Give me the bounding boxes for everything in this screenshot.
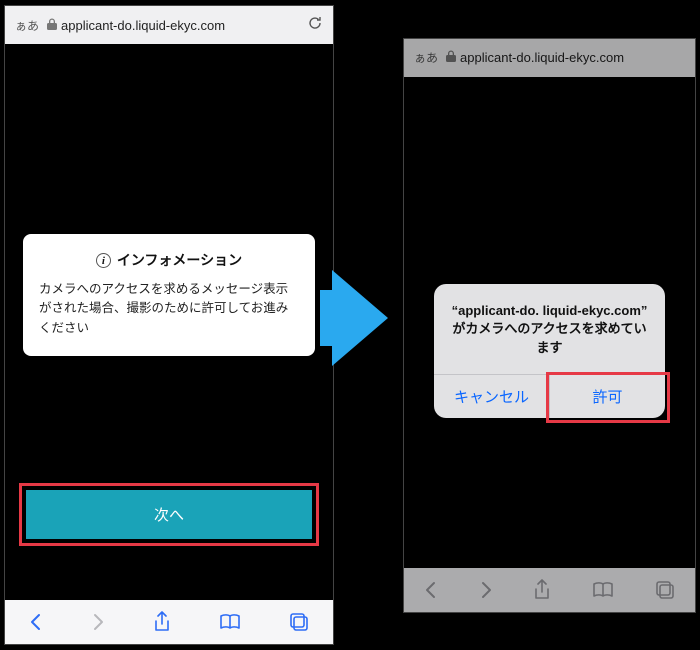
lock-icon	[446, 50, 456, 65]
alert-message: “applicant-do. liquid-ekyc.com” がカメラへのアク…	[434, 284, 665, 375]
tabs-icon	[655, 580, 675, 600]
address-bar[interactable]: ぁあ applicant-do.liquid-ekyc.com	[404, 39, 695, 77]
alert-button-row: キャンセル 許可	[434, 374, 665, 418]
back-icon[interactable]	[29, 613, 43, 631]
url-text: applicant-do.liquid-ekyc.com	[460, 50, 685, 65]
forward-icon	[91, 613, 105, 631]
bookmarks-icon[interactable]	[219, 613, 241, 631]
tabs-icon[interactable]	[289, 612, 309, 632]
camera-permission-alert: “applicant-do. liquid-ekyc.com” がカメラへのアク…	[434, 284, 665, 419]
info-icon: i	[96, 253, 111, 268]
bookmarks-icon	[592, 581, 614, 599]
info-body: カメラへのアクセスを求めるメッセージ表示がされた場合、撮影のために許可してお進み…	[39, 280, 299, 338]
next-button[interactable]: 次へ	[26, 490, 312, 539]
forward-icon	[479, 581, 493, 599]
refresh-icon[interactable]	[307, 15, 323, 35]
safari-toolbar	[404, 568, 695, 612]
allow-button[interactable]: 許可	[549, 375, 665, 418]
safari-toolbar	[5, 600, 333, 644]
back-icon	[424, 581, 438, 599]
phone-screenshot-left: ぁあ applicant-do.liquid-ekyc.com iインフォメーシ…	[4, 5, 334, 645]
page-content: iインフォメーション カメラへのアクセスを求めるメッセージ表示がされた場合、撮影…	[5, 44, 333, 600]
text-size-control[interactable]: ぁあ	[414, 49, 438, 66]
cancel-button[interactable]: キャンセル	[434, 375, 549, 418]
phone-screenshot-right: ぁあ applicant-do.liquid-ekyc.com “applica…	[403, 38, 696, 613]
share-icon[interactable]	[153, 611, 171, 633]
next-button-highlight: 次へ	[19, 483, 319, 546]
address-bar[interactable]: ぁあ applicant-do.liquid-ekyc.com	[5, 6, 333, 44]
lock-icon	[47, 18, 57, 33]
info-title: iインフォメーション	[39, 250, 299, 270]
flow-arrow-icon	[332, 270, 388, 366]
share-icon	[533, 579, 551, 601]
url-text: applicant-do.liquid-ekyc.com	[61, 18, 307, 33]
text-size-control[interactable]: ぁあ	[15, 17, 39, 34]
information-card: iインフォメーション カメラへのアクセスを求めるメッセージ表示がされた場合、撮影…	[23, 234, 315, 356]
